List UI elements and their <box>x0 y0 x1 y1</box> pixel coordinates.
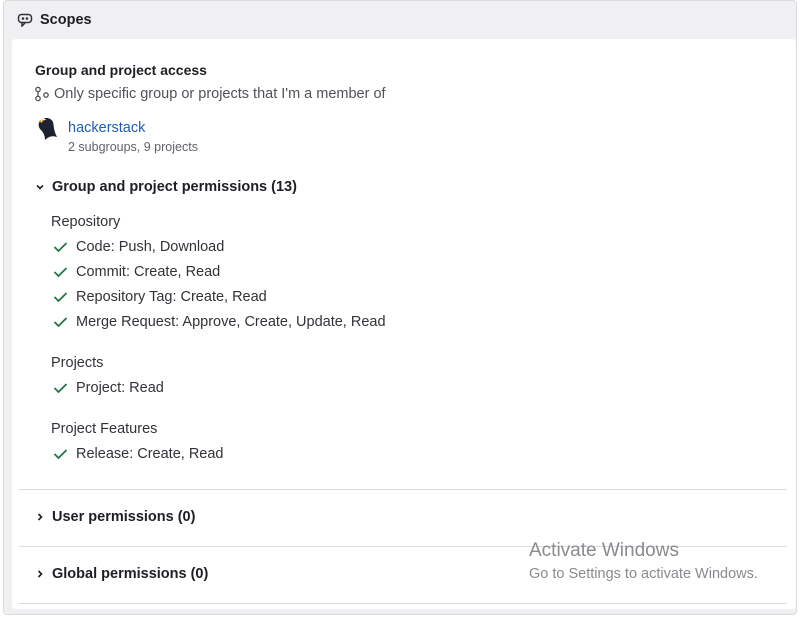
permission-label: Release: Create, Read <box>76 446 224 462</box>
permission-item: Project: Read <box>53 380 164 396</box>
check-icon <box>53 267 68 278</box>
category-repository: Repository <box>51 214 121 230</box>
group-project-permissions-toggle[interactable]: Group and project permissions (13) <box>35 179 297 195</box>
card-header: Scopes <box>17 10 92 30</box>
category-projects: Projects <box>51 355 104 371</box>
user-permissions-toggle[interactable]: User permissions (0) <box>35 509 195 525</box>
group-name-link[interactable]: hackerstack <box>68 118 198 138</box>
access-title: Group and project access <box>35 62 207 78</box>
permission-item: Merge Request: Approve, Create, Update, … <box>53 314 386 330</box>
access-description: Only specific group or projects that I'm… <box>54 86 386 102</box>
group-meta: 2 subgroups, 9 projects <box>68 140 198 154</box>
scopes-icon <box>17 13 33 27</box>
group-icon <box>35 86 49 102</box>
check-icon <box>53 449 68 460</box>
chevron-right-icon <box>37 570 43 578</box>
group-project-permissions-label: Group and project permissions (13) <box>52 179 297 195</box>
card-body: Group and project access Only specific g… <box>12 39 796 609</box>
global-permissions-toggle[interactable]: Global permissions (0) <box>35 566 208 582</box>
divider <box>19 603 787 604</box>
eagle-avatar <box>38 118 57 140</box>
permission-label: Commit: Create, Read <box>76 264 221 280</box>
permission-item: Code: Push, Download <box>53 239 224 255</box>
group-item: hackerstack 2 subgroups, 9 projects <box>34 115 198 155</box>
access-description-row: Only specific group or projects that I'm… <box>34 86 386 102</box>
permission-item: Repository Tag: Create, Read <box>53 289 267 305</box>
permission-label: Merge Request: Approve, Create, Update, … <box>76 314 386 330</box>
card-title: Scopes <box>40 12 92 28</box>
permission-label: Repository Tag: Create, Read <box>76 289 267 305</box>
check-icon <box>53 242 68 253</box>
divider <box>19 489 787 490</box>
watermark-subtitle: Go to Settings to activate Windows. <box>529 566 758 582</box>
check-icon <box>53 317 68 328</box>
chevron-down-icon <box>36 184 44 190</box>
permission-label: Code: Push, Download <box>76 239 225 255</box>
permission-item: Commit: Create, Read <box>53 264 220 280</box>
watermark-title: Activate Windows <box>529 540 679 561</box>
scopes-card: Scopes Group and project access Only spe… <box>3 0 797 615</box>
category-project-features: Project Features <box>51 421 158 437</box>
check-icon <box>53 292 68 303</box>
permission-label: Project: Read <box>76 380 164 396</box>
user-permissions-label: User permissions (0) <box>52 509 196 525</box>
global-permissions-label: Global permissions (0) <box>52 566 209 582</box>
activate-windows-watermark: Activate Windows Go to Settings to activ… <box>529 540 758 583</box>
check-icon <box>53 383 68 394</box>
permission-item: Release: Create, Read <box>53 446 224 462</box>
chevron-right-icon <box>37 513 43 521</box>
